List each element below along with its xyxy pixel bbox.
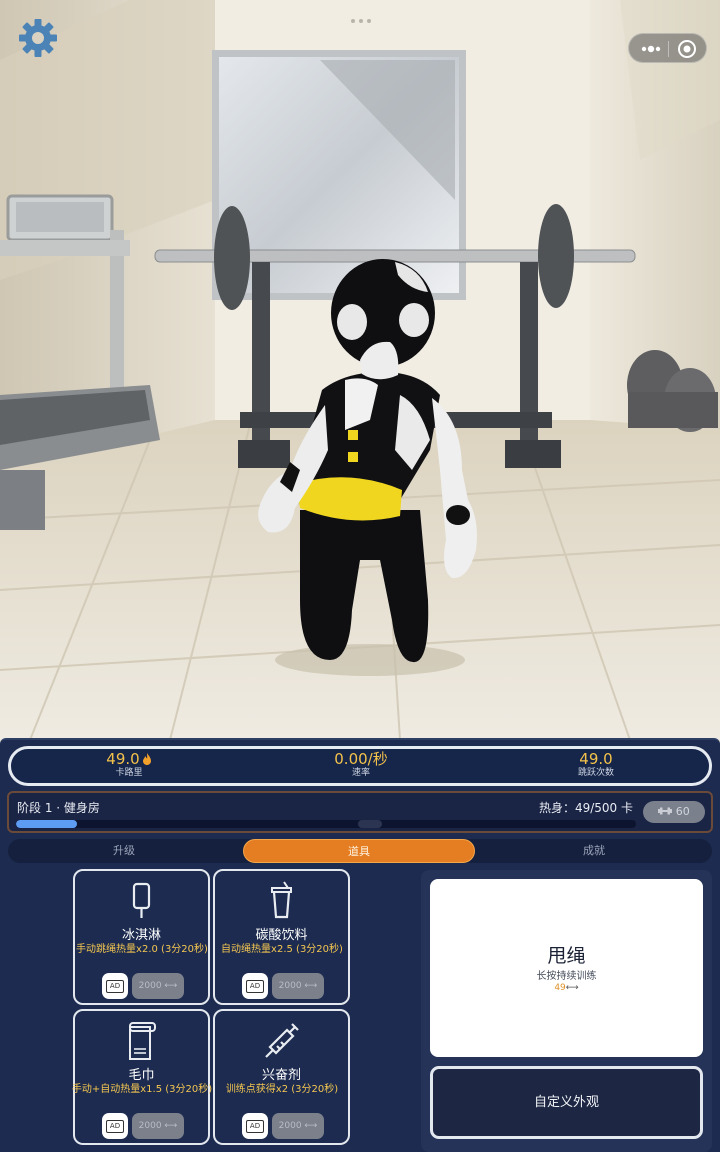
item-desc: 自动绳热量x2.5 (3分20秒) xyxy=(221,944,343,955)
progress-bar xyxy=(16,820,636,828)
progress-knob xyxy=(358,820,382,828)
more-button[interactable] xyxy=(637,39,665,59)
gear-icon xyxy=(19,19,57,57)
ad-button[interactable]: AD xyxy=(102,973,128,999)
rope-value: 49⟷ xyxy=(430,983,703,993)
ad-button[interactable]: AD xyxy=(102,1113,128,1139)
jumps-label: 跳跃次数 xyxy=(577,768,614,778)
tab-upgrade[interactable]: 升级 xyxy=(8,839,240,863)
ad-label: AD xyxy=(246,980,264,993)
settings-button[interactable] xyxy=(16,16,60,60)
item-card-towel[interactable]: 毛巾 手动+自动热量x1.5 (3分20秒) AD 2000 ⟷ xyxy=(72,1009,212,1145)
flame-icon xyxy=(142,753,151,765)
rope-value-number: 49 xyxy=(554,983,566,993)
tab-achievements[interactable]: 成就 xyxy=(478,839,710,863)
calories-label: 卡路里 xyxy=(115,768,143,778)
dumbbell-icon: ⟷ xyxy=(301,1121,318,1131)
tab-bar: 升级 道具 成就 xyxy=(8,839,712,863)
dumbbell-icon: ⟷ xyxy=(161,1121,178,1131)
dumbbell-icon: ⟷ xyxy=(161,981,178,991)
close-circle-icon xyxy=(678,40,696,58)
miniprogram-capsule xyxy=(628,33,707,63)
price-value: 2000 xyxy=(278,1121,302,1131)
stat-jumps: 49.0 跳跃次数 xyxy=(496,751,696,779)
drag-handle xyxy=(350,9,372,23)
stat-rate: 0.00/秒 速率 xyxy=(261,751,461,779)
towel-icon xyxy=(129,1022,156,1060)
dumbbell-icon: ⟷ xyxy=(301,981,318,991)
dumbbell-icon: ⟷ xyxy=(565,983,579,993)
jump-rope-button[interactable]: 甩绳 长按持续训练 49⟷ xyxy=(430,879,703,1057)
dumbbell-icon xyxy=(658,807,673,815)
ad-button[interactable]: AD xyxy=(242,973,268,999)
stage-progress: 阶段 1 · 健身房 热身：49/500 卡 60 xyxy=(7,791,713,833)
item-card-ice-cream[interactable]: 冰淇淋 手动跳绳热量x2.0 (3分20秒) AD 2000 ⟷ xyxy=(73,869,210,1005)
rate-label: 速率 xyxy=(351,768,370,778)
price-value: 2000 xyxy=(138,1121,162,1131)
item-card-soda[interactable]: 碳酸饮料 自动绳热量x2.5 (3分20秒) AD 2000 ⟷ xyxy=(213,869,350,1005)
close-button[interactable] xyxy=(675,38,699,60)
price-button[interactable]: 2000 ⟷ xyxy=(132,1113,184,1139)
price-button[interactable]: 2000 ⟷ xyxy=(132,973,184,999)
ad-button[interactable]: AD xyxy=(242,1113,268,1139)
item-card-stimulant[interactable]: 兴奋剂 训练点获得x2 (3分20秒) AD 2000 ⟷ xyxy=(213,1009,350,1145)
stage-title: 阶段 1 · 健身房 xyxy=(17,801,100,815)
item-desc: 手动+自动热量x1.5 (3分20秒) xyxy=(71,1084,213,1095)
game-scene xyxy=(0,0,720,740)
ad-label: AD xyxy=(106,1120,124,1133)
syringe-icon xyxy=(265,1023,299,1058)
dumbbell-badge[interactable]: 60 xyxy=(643,801,705,823)
stat-calories: 49.0 卡路里 xyxy=(29,751,229,779)
rate-value: 0.00/秒 xyxy=(334,750,388,768)
ad-label: AD xyxy=(246,1120,264,1133)
customize-appearance-button[interactable]: 自定义外观 xyxy=(430,1066,703,1139)
calories-value: 49.0 xyxy=(106,750,140,768)
jumps-value: 49.0 xyxy=(579,750,613,768)
price-value: 2000 xyxy=(138,981,162,991)
rope-title: 甩绳 xyxy=(547,945,586,967)
tab-items[interactable]: 道具 xyxy=(243,839,475,863)
item-desc: 训练点获得x2 (3分20秒) xyxy=(225,1084,339,1095)
price-button[interactable]: 2000 ⟷ xyxy=(272,1113,324,1139)
gym-background xyxy=(0,0,720,740)
rope-subtitle: 长按持续训练 xyxy=(536,971,597,982)
warmup-text: 热身：49/500 卡 xyxy=(538,801,633,815)
soda-cup-icon xyxy=(271,881,292,919)
price-button[interactable]: 2000 ⟷ xyxy=(272,973,324,999)
item-desc: 手动跳绳热量x2.0 (3分20秒) xyxy=(76,944,208,955)
bottom-panel: 49.0 卡路里 0.00/秒 速率 49.0 跳跃次数 阶段 1 · 健身房 … xyxy=(0,738,720,1152)
ad-label: AD xyxy=(106,980,124,993)
price-value: 2000 xyxy=(278,981,302,991)
more-dots-icon xyxy=(641,45,661,53)
badge-value: 60 xyxy=(675,805,690,818)
ice-cream-icon xyxy=(132,882,151,918)
progress-fill xyxy=(16,820,77,828)
stats-bar: 49.0 卡路里 0.00/秒 速率 49.0 跳跃次数 xyxy=(8,746,712,786)
